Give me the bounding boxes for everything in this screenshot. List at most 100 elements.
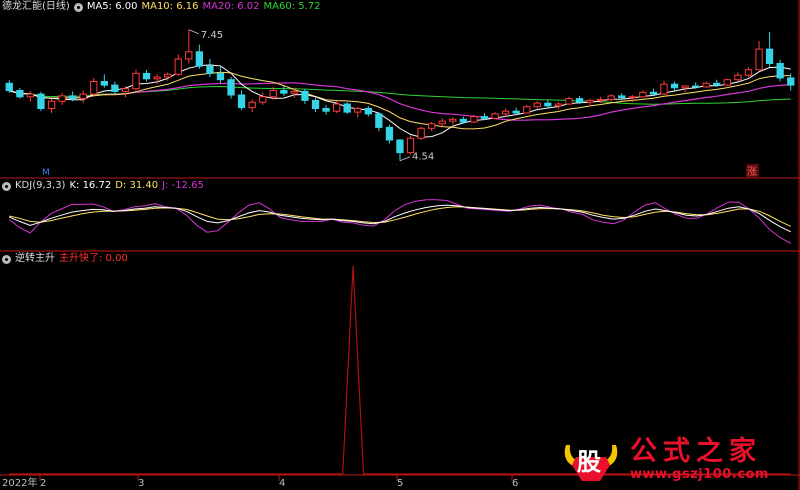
candle-body xyxy=(501,110,510,115)
candle-body xyxy=(787,77,795,86)
candle-body xyxy=(90,81,98,95)
candle-body xyxy=(765,48,774,64)
candle-body xyxy=(354,108,362,113)
kdj-k-label: K: 16.72 xyxy=(69,180,112,191)
candle-body xyxy=(649,91,658,95)
logo-char: 股 xyxy=(577,447,601,476)
candle-body xyxy=(111,84,119,92)
candle-body xyxy=(26,93,35,98)
candle-body xyxy=(533,102,541,108)
ma5-label: MA5: 6.00 xyxy=(86,1,138,12)
watermark: 股 公式之家 www.gszj100.com xyxy=(560,432,798,488)
candle-body xyxy=(544,102,552,107)
candle-body xyxy=(16,90,24,98)
candle-body xyxy=(132,72,140,90)
candle-body xyxy=(449,118,457,122)
candle-body xyxy=(280,90,288,94)
candle-body xyxy=(69,95,77,100)
candle-body xyxy=(248,101,256,109)
kdj-legend: KDJ(9,3,3) K: 16.72 D: 31.40 J: -12.65 xyxy=(2,179,208,193)
candle-body xyxy=(259,96,267,103)
x-tick-label: 5 xyxy=(397,478,404,489)
candle-body xyxy=(237,94,246,109)
indicator-legend: 逆转主升 主升快了: 0.00 xyxy=(2,252,132,266)
candle-body xyxy=(723,79,732,86)
gear-icon[interactable] xyxy=(73,2,83,12)
candle-body xyxy=(417,127,425,139)
candle-body xyxy=(164,73,172,78)
candle-body xyxy=(660,83,668,95)
ma10-label: MA10: 6.16 xyxy=(141,1,199,12)
candle-body xyxy=(79,93,87,100)
candle-body xyxy=(142,72,151,80)
bull-logo-icon: 股 xyxy=(560,435,622,485)
candle-body xyxy=(333,103,341,112)
candle-body xyxy=(702,82,710,88)
low-marker-label: 4.54 xyxy=(412,152,434,163)
candle-body xyxy=(100,81,108,86)
candle-body xyxy=(216,72,225,81)
stock-chart[interactable]: 7.45 4.54 M 涨 xyxy=(0,0,800,490)
candle-body xyxy=(396,139,404,154)
watermark-text: 公式之家 xyxy=(630,436,762,467)
x-tick-label: 3 xyxy=(138,478,145,489)
gear-icon[interactable] xyxy=(2,181,11,191)
candle-body xyxy=(185,51,193,60)
high-marker-label: 7.45 xyxy=(201,30,223,41)
candle-body xyxy=(639,91,647,98)
candle-body xyxy=(47,100,56,110)
candle-body xyxy=(195,51,203,67)
candle-body xyxy=(618,95,626,99)
candle-body xyxy=(206,65,214,74)
kdj-j-label: J: -12.65 xyxy=(162,180,204,191)
candle-body xyxy=(681,85,689,89)
candle-body xyxy=(597,99,605,101)
candle-body xyxy=(364,108,373,115)
candle-body xyxy=(512,110,520,114)
candle-body xyxy=(523,106,531,114)
x-tick-label: 4 xyxy=(279,478,286,489)
candle-body xyxy=(713,82,721,86)
candle-body xyxy=(776,63,784,79)
candle-body xyxy=(58,95,66,102)
candle-body xyxy=(586,99,594,103)
candle-body xyxy=(343,103,351,113)
price-legend: 德龙汇能(日线) MA5: 6.00 MA10: 6.16 MA20: 6.02… xyxy=(2,0,325,14)
candle-body xyxy=(153,76,161,80)
indicator-signal-label: 主升快了: 0.00 xyxy=(59,253,128,264)
x-tick-label: 2022年 xyxy=(2,478,38,489)
candle-body xyxy=(670,83,679,89)
candle-body xyxy=(301,90,309,101)
candle-body xyxy=(438,120,446,125)
candle-body xyxy=(385,126,394,141)
ma20-label: MA20: 6.02 xyxy=(202,1,260,12)
candle-body xyxy=(322,108,330,112)
candle-body xyxy=(744,69,753,76)
candle-body xyxy=(628,96,637,99)
x-tick-label: 2 xyxy=(40,478,47,489)
candle-body xyxy=(5,82,13,92)
candle-body xyxy=(269,90,277,98)
watermark-url: www.gszj100.com xyxy=(630,467,769,482)
ma60-label: MA60: 5.72 xyxy=(263,1,321,12)
stock-title: 德龙汇能(日线) xyxy=(2,1,70,12)
badge-right: 涨 xyxy=(747,166,757,178)
candle-body xyxy=(554,103,563,107)
candle-body xyxy=(470,116,478,123)
candle-body xyxy=(459,118,468,123)
kdj-d-label: D: 31.40 xyxy=(115,180,159,191)
candle-body xyxy=(121,88,130,92)
candle-body xyxy=(375,113,383,128)
candle-body xyxy=(227,79,235,96)
candle-body xyxy=(692,85,700,88)
indicator-name: 逆转主升 xyxy=(15,253,55,264)
candle-body xyxy=(406,137,415,154)
candle-body xyxy=(37,93,45,109)
candle-body xyxy=(755,48,763,71)
badge-left: M xyxy=(42,168,50,178)
candle-body xyxy=(607,95,615,101)
chart-background xyxy=(0,0,800,490)
x-tick-label: 6 xyxy=(512,478,519,489)
gear-icon[interactable] xyxy=(2,254,11,264)
candle-body xyxy=(734,74,742,81)
